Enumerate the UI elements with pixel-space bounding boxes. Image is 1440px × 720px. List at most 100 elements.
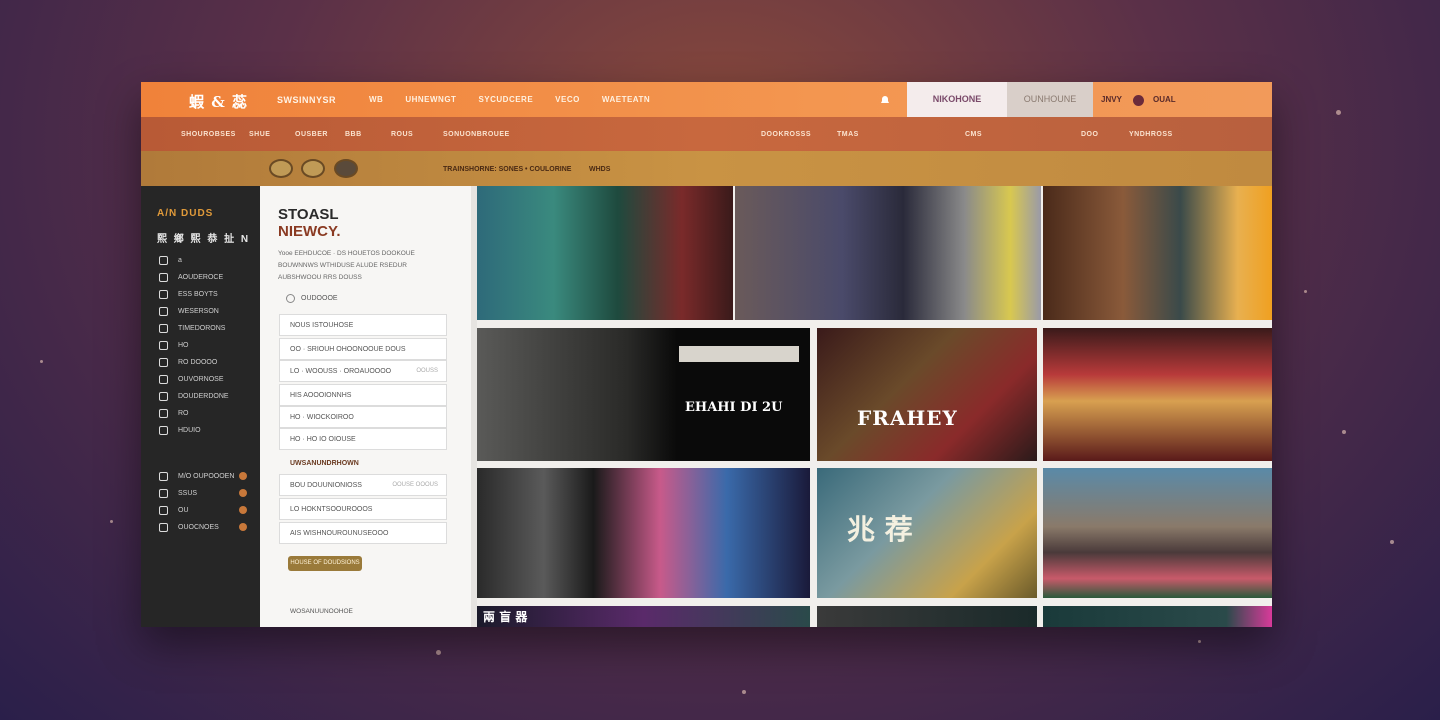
top-nav-item[interactable]: VECO [555,95,580,104]
tile-bottom-strip-3[interactable] [1043,606,1272,627]
sidebar-item[interactable]: WESERSON [159,305,219,317]
field-label: HO · WIOCKOIROO [290,414,354,421]
tile-bottom-strip-2[interactable] [817,606,1037,627]
form-field[interactable]: HIS AOOOIONNHS [279,384,447,406]
form-field[interactable]: OO · SRIOUH OHOONOOUE DOUS [279,338,447,360]
tile-city-collage[interactable] [477,468,810,598]
gift-icon [159,505,168,515]
sidebar-item-label: TIMEDORONS [178,324,226,332]
sidebar-item[interactable]: ESS BOYTS [159,288,218,300]
sidebar-footer-item[interactable]: M/O OUPOOOEN [159,470,247,482]
trend-icon [159,340,168,350]
coin-icon[interactable] [269,159,293,178]
form-field[interactable]: LO HOKNTSOOUROOOS [279,498,447,520]
gear-icon[interactable] [1133,95,1144,106]
tile-crowd-dark[interactable]: EHAHI DI 2U [477,328,810,461]
secondary-nav: SHOUROBSES SHUE OUSBER BBB ROUS SONUONBR… [141,117,1272,151]
radio-option[interactable]: OUDOOOE [286,294,338,303]
coin-icon[interactable] [334,159,358,178]
sparkle [742,690,746,694]
field-label: NOUS ISTOUHOSE [290,322,354,329]
sidebar-item[interactable]: AOUDEROCE [159,271,223,283]
tile-bottom-strip-1[interactable]: 兩 盲 器 [477,606,810,627]
sidebar-item[interactable]: RO DOOOO [159,356,217,368]
tile-garden-figures[interactable] [1043,468,1272,598]
subnav-item[interactable]: ROUS [391,131,413,138]
subnav-item[interactable]: DOO [1081,131,1098,138]
subnav-item[interactable]: BBB [345,131,362,138]
sidebar-footer-item[interactable]: OUOCNOES [159,521,247,533]
segment-tab-active[interactable]: NIKOHONE [907,82,1007,117]
subnav-item[interactable]: OUSBER [295,131,328,138]
sparkle [436,650,441,655]
segment-tab[interactable]: OUNHOUNE [1007,82,1093,117]
tile-crowd-collage[interactable] [735,186,1041,320]
sidebar-footer-item[interactable]: OU [159,504,247,516]
subnav-item[interactable]: TMAS [837,131,859,138]
top-nav: WB UHNEWNGT SYCUDCERE VECO WAETEATN [369,95,650,104]
settings-label[interactable]: OUAL [1153,95,1176,104]
grid-icon [159,323,168,333]
site-logo[interactable]: 蝦 & 蕊 [189,91,248,112]
subnav-item[interactable]: YNDHROSS [1129,131,1173,138]
form-field[interactable]: HO · WIOCKOIROO [279,406,447,428]
sidebar-item-label: RO [178,409,189,417]
tile-overlay-text: EHAHI DI 2U [685,400,783,415]
subnav-item[interactable]: SHUE [249,131,270,138]
tile-flowers-stage[interactable] [1043,328,1272,461]
tile-overlay-text: FRAHEY [857,406,958,430]
fish-icon [159,408,168,418]
tile-portrait-right[interactable] [1043,186,1272,320]
field-label: LO HOKNTSOOUROOOS [290,506,373,513]
subnav-item[interactable]: SONUONBROUEE [443,131,510,138]
account-label[interactable]: JNVY [1101,95,1122,104]
sidebar-item[interactable]: a [159,254,182,266]
subnav-item[interactable]: CMS [965,131,982,138]
form-field[interactable]: HO · HO IO OIOUSE [279,428,447,450]
panel-footer: WOSANUUNOOHOE [290,608,353,615]
top-nav-item[interactable]: WAETEATN [602,95,650,104]
sidebar-item[interactable]: OUVORNOSE [159,373,224,385]
bell-icon[interactable] [879,94,891,106]
form-field[interactable]: LO · WOOUSS · OROAUOOOO OOUSS [279,360,447,382]
top-bar: 蝦 & 蕊 SWSINNYSR WB UHNEWNGT SYCUDCERE VE… [141,82,1272,117]
bag-icon [159,488,168,498]
panel-title-line: NIEWCY. [278,223,341,240]
sidebar-item[interactable]: TIMEDORONS [159,322,225,334]
sidebar-item[interactable]: DOUDERDONE [159,390,229,402]
form-field[interactable]: BOU DOUUNIONIOSS OOUSE OOOUS [279,474,447,496]
sidebar-item[interactable]: HDUIO [159,424,201,436]
sidebar-item-label: OU [178,506,189,514]
top-nav-item[interactable]: SYCUDCERE [478,95,533,104]
sparkle [1198,640,1201,643]
sidebar-item-label: ESS BOYTS [178,290,218,298]
tile-fraher-poster[interactable]: FRAHEY [817,328,1037,461]
sidebar-item[interactable]: RO [159,407,189,419]
coin-icon[interactable] [301,159,325,178]
sparkle [1390,540,1394,544]
badge-dot [239,523,247,531]
form-field[interactable]: AIS WISHNOUROUNUSEOOO [279,522,447,544]
form-field[interactable]: NOUS ISTOUHOSE [279,314,447,336]
tile-script-poster[interactable]: 兆 荐 [817,468,1037,598]
sidebar-item-label: M/O OUPOOOEN [178,472,235,480]
sidebar-item-label: WESERSON [178,307,219,315]
subnav-item[interactable]: DOOKROSSS [761,131,811,138]
field-label: HO · HO IO OIOUSE [290,436,356,443]
sidebar-item[interactable]: HO [159,339,189,351]
top-nav-item[interactable]: WB [369,95,383,104]
tile-portrait-collage[interactable] [477,186,733,320]
apply-button[interactable]: HOUSE OF DOUDSIONS [288,556,362,571]
sidebar-footer-item[interactable]: SSUS [159,487,247,499]
top-nav-item[interactable]: UHNEWNGT [405,95,456,104]
sparkle [1304,290,1307,293]
subnav-item[interactable]: SHOUROBSES [181,131,236,138]
sidebar-item-label: OUOCNOES [178,523,219,531]
brand-name: SWSINNYSR [277,95,337,105]
filter-label: WHDS [589,166,611,173]
link-icon [159,425,168,435]
sidebar-item-label: RO DOOOO [178,358,218,366]
sidebar: A/N DUDS 熙 鄉 熙 恭 扯 N a AOUDEROCE ESS BOY… [141,186,260,627]
sidebar-item-label: HDUIO [178,426,201,434]
field-label: LO · WOOUSS · OROAUOOOO [290,368,392,375]
